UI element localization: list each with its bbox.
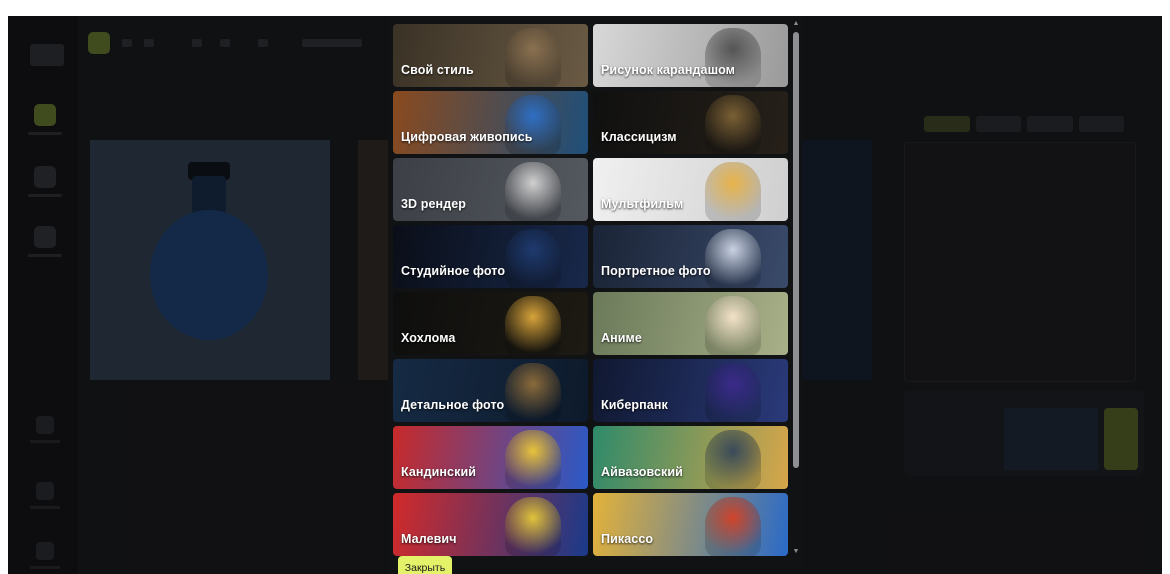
style-card-label: Кандинский <box>401 465 477 479</box>
style-card[interactable]: Айвазовский <box>593 426 788 489</box>
style-card[interactable]: Классицизм <box>593 91 788 154</box>
cat-illustration <box>505 28 561 87</box>
scroll-thumb[interactable] <box>793 32 799 468</box>
style-card-label: Портретное фото <box>601 264 711 278</box>
cat-illustration <box>705 229 761 288</box>
style-card[interactable]: Аниме <box>593 292 788 355</box>
style-card-label: Киберпанк <box>601 398 668 412</box>
style-card[interactable]: Студийное фото <box>393 225 588 288</box>
style-card-label: Рисунок карандашом <box>601 63 736 77</box>
style-card-label: Малевич <box>401 532 457 546</box>
cat-illustration <box>705 296 761 355</box>
style-card[interactable]: Малевич <box>393 493 588 556</box>
scroll-up-icon[interactable]: ▲ <box>792 20 800 28</box>
style-card-label: Айвазовский <box>601 465 683 479</box>
style-card[interactable]: Киберпанк <box>593 359 788 422</box>
style-picker-modal: Свой стиль Рисунок карандашом Цифровая жив… <box>388 16 802 574</box>
style-card-label: Классицизм <box>601 130 677 144</box>
scroll-down-icon[interactable]: ▼ <box>792 548 800 556</box>
style-card-label: Пикассо <box>601 532 654 546</box>
cat-illustration <box>505 430 561 489</box>
style-card[interactable]: Хохлома <box>393 292 588 355</box>
cat-illustration <box>505 363 561 422</box>
close-button[interactable]: Закрыть <box>398 556 452 574</box>
cat-illustration <box>505 95 561 154</box>
style-card[interactable]: Пикассо <box>593 493 788 556</box>
scrollbar[interactable]: ▲ ▼ <box>792 20 800 556</box>
style-card-label: Мультфильм <box>601 197 684 211</box>
style-card[interactable]: Кандинский <box>393 426 588 489</box>
cat-illustration <box>705 162 761 221</box>
style-card[interactable]: 3D рендер <box>393 158 588 221</box>
cat-illustration <box>705 28 761 87</box>
style-card[interactable]: Детальное фото <box>393 359 588 422</box>
style-card[interactable]: Портретное фото <box>593 225 788 288</box>
cat-illustration <box>705 363 761 422</box>
cat-illustration <box>505 162 561 221</box>
style-card-label: Цифровая живопись <box>401 130 533 144</box>
style-card-label: Аниме <box>601 331 642 345</box>
style-card-label: Свой стиль <box>401 63 474 77</box>
cat-illustration <box>705 430 761 489</box>
cat-illustration <box>505 229 561 288</box>
style-card[interactable]: Свой стиль <box>393 24 588 87</box>
style-card-label: Детальное фото <box>401 398 505 412</box>
style-card[interactable]: Цифровая живопись <box>393 91 588 154</box>
style-card-label: 3D рендер <box>401 197 467 211</box>
cat-illustration <box>705 497 761 556</box>
style-card[interactable]: Мультфильм <box>593 158 788 221</box>
cat-illustration <box>505 296 561 355</box>
cat-illustration <box>505 497 561 556</box>
cat-illustration <box>705 95 761 154</box>
style-card-label: Хохлома <box>401 331 456 345</box>
style-card-label: Студийное фото <box>401 264 506 278</box>
style-card[interactable]: Рисунок карандашом <box>593 24 788 87</box>
